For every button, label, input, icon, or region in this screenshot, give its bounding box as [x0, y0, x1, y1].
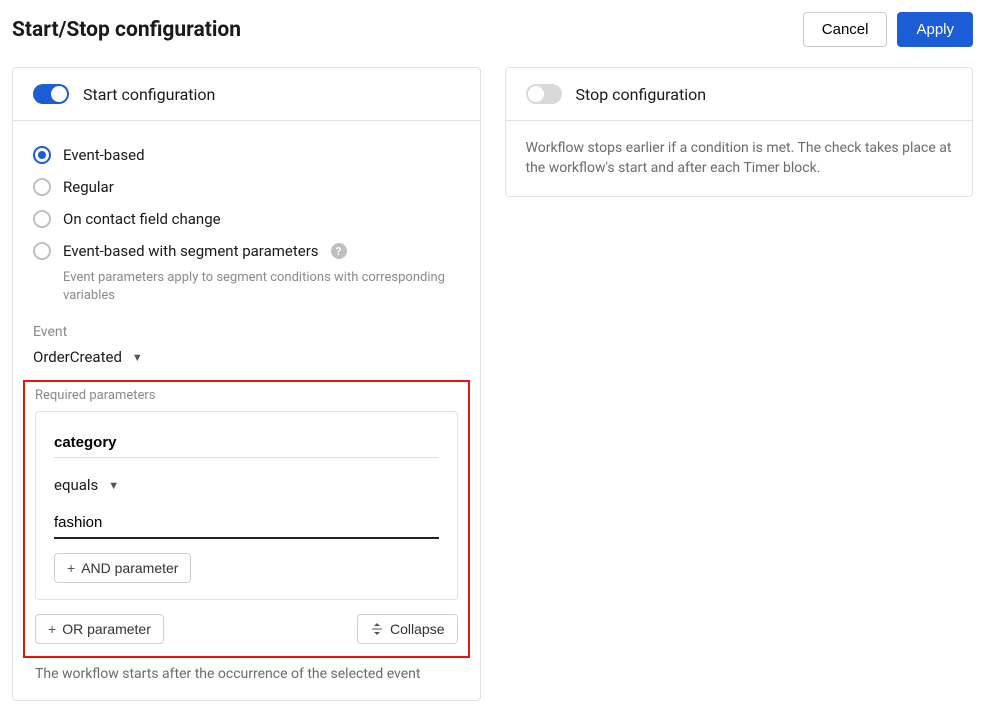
radio-event-based-segment[interactable] [33, 242, 51, 260]
radio-label-on-field-change: On contact field change [63, 210, 221, 228]
collapse-label: Collapse [390, 621, 444, 637]
event-dropdown[interactable]: OrderCreated ▼ [33, 346, 143, 368]
apply-button[interactable]: Apply [897, 12, 973, 47]
and-parameter-button[interactable]: + AND parameter [54, 553, 191, 583]
cancel-button[interactable]: Cancel [803, 12, 888, 47]
radio-event-based[interactable] [33, 146, 51, 164]
plus-icon: + [67, 560, 75, 576]
required-parameters-label: Required parameters [35, 388, 458, 403]
collapse-icon [370, 622, 384, 636]
event-dropdown-value: OrderCreated [33, 348, 122, 366]
stop-toggle[interactable] [526, 84, 562, 104]
start-footnote: The workflow starts after the occurrence… [35, 666, 458, 682]
param-key-input[interactable] [54, 428, 439, 458]
radio-on-field-change[interactable] [33, 210, 51, 228]
radio-label-regular: Regular [63, 178, 114, 196]
collapse-button[interactable]: Collapse [357, 614, 457, 644]
start-toggle[interactable] [33, 84, 69, 104]
start-config-panel: Start configuration Event-based Regular … [12, 67, 481, 701]
radio-label-event-based: Event-based [63, 146, 145, 164]
plus-icon: + [48, 621, 56, 637]
or-parameter-button[interactable]: + OR parameter [35, 614, 164, 644]
header-buttons: Cancel Apply [803, 12, 973, 47]
stop-note: Workflow stops earlier if a condition is… [506, 121, 973, 196]
param-operator-value: equals [54, 476, 98, 494]
start-config-title: Start configuration [83, 85, 215, 104]
trigger-mode-radios: Event-based Regular On contact field cha… [33, 139, 460, 304]
chevron-down-icon: ▼ [108, 479, 119, 492]
param-operator-dropdown[interactable]: equals ▼ [54, 472, 439, 508]
chevron-down-icon: ▼ [132, 351, 143, 364]
stop-config-title: Stop configuration [576, 85, 707, 104]
param-value-input[interactable] [54, 508, 439, 539]
radio-label-event-based-segment: Event-based with segment parameters [63, 242, 319, 260]
segment-hint: Event parameters apply to segment condit… [63, 269, 460, 304]
help-icon[interactable]: ? [331, 243, 347, 259]
stop-config-panel: Stop configuration Workflow stops earlie… [505, 67, 974, 197]
and-parameter-label: AND parameter [81, 560, 178, 576]
parameter-card: equals ▼ + AND parameter [35, 411, 458, 600]
required-parameters-section: Required parameters equals ▼ + AND param… [23, 380, 470, 658]
event-field-label: Event [33, 324, 460, 340]
or-parameter-label: OR parameter [62, 621, 151, 637]
radio-regular[interactable] [33, 178, 51, 196]
page-title: Start/Stop configuration [12, 18, 241, 42]
